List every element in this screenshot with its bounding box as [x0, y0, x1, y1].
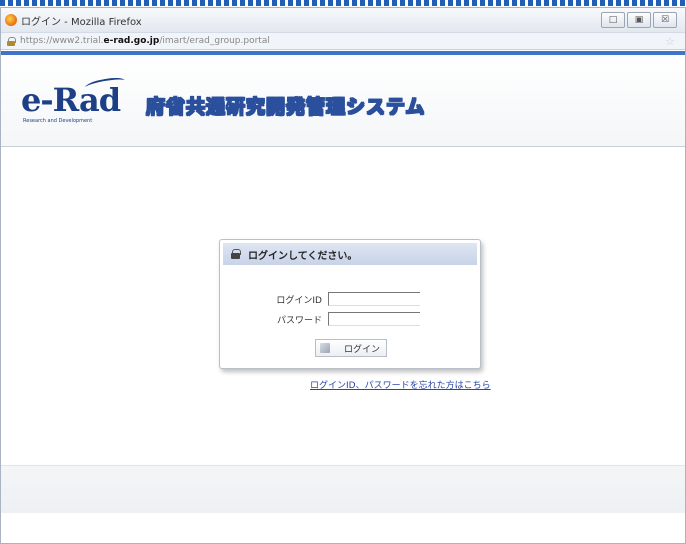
password-row: パスワード	[220, 311, 480, 327]
minimize-button[interactable]: □	[601, 12, 625, 28]
login-id-input[interactable]	[328, 292, 420, 306]
address-bar[interactable]: https://www2.trial.e-rad.go.jp/imart/era…	[1, 32, 685, 50]
window-title: ログイン - Mozilla Firefox	[21, 16, 142, 28]
bookmark-star-icon[interactable]: ☆	[665, 35, 675, 48]
login-id-label: ログインID	[276, 295, 322, 306]
lock-icon	[7, 36, 16, 46]
login-dialog-title: ログインしてください。	[248, 250, 358, 262]
scan-border	[0, 0, 686, 6]
url-text[interactable]: https://www2.trial.e-rad.go.jp/imart/era…	[20, 36, 270, 46]
browser-window: ログイン - Mozilla Firefox □ ▣ ☒ https://www…	[0, 7, 686, 544]
padlock-icon	[231, 249, 241, 259]
maximize-button[interactable]: ▣	[627, 12, 651, 28]
logo-subtitle: Research and Development	[23, 118, 93, 124]
window-controls: □ ▣ ☒	[601, 12, 677, 28]
login-dialog-header: ログインしてください。	[223, 243, 477, 265]
forgot-credentials-link[interactable]: ログインID、パスワードを忘れた方はこちら	[310, 378, 491, 391]
url-host: e-rad.go.jp	[103, 36, 160, 46]
login-button-label: ログイン	[344, 344, 381, 355]
erad-logo: e-Rad Research and Development	[21, 75, 133, 125]
login-button-icon	[320, 343, 330, 353]
password-input[interactable]	[328, 312, 420, 326]
title-bar: ログイン - Mozilla Firefox □ ▣ ☒	[1, 8, 685, 32]
password-label: パスワード	[276, 315, 322, 326]
footer-band	[1, 465, 685, 513]
url-prefix: https://www2.trial.	[20, 36, 104, 46]
firefox-icon	[5, 14, 17, 26]
system-name: 府省共通研究開発管理システム	[145, 96, 426, 119]
site-header: e-Rad Research and Development 府省共通研究開発管…	[1, 55, 685, 147]
main-content: ログインしてください。 ログインID パスワード ログイン ログインID、パスワ…	[1, 147, 685, 537]
close-button[interactable]: ☒	[653, 12, 677, 28]
login-button[interactable]: ログイン	[315, 339, 387, 357]
login-dialog: ログインしてください。 ログインID パスワード ログイン	[219, 239, 481, 369]
login-id-row: ログインID	[220, 291, 480, 307]
url-path: /imart/erad_group.portal	[159, 36, 270, 46]
